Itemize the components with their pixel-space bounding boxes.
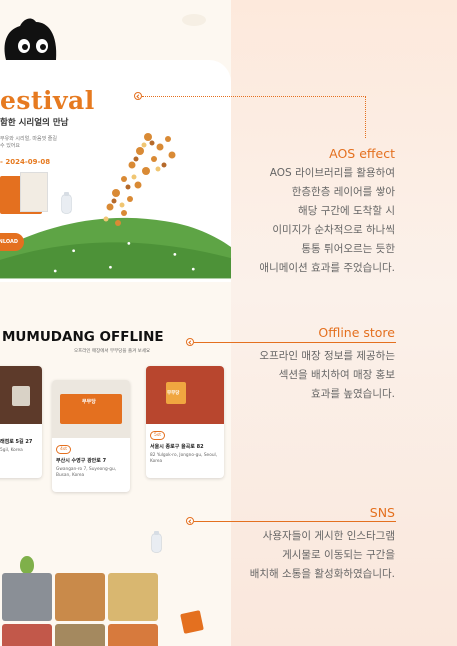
annotation-leader-line xyxy=(194,521,396,522)
store-photo xyxy=(0,366,42,424)
sns-post-image[interactable] xyxy=(55,624,105,646)
annotation-leader-line xyxy=(142,96,366,97)
store-badge: 4st xyxy=(56,445,71,454)
store-card[interactable]: 래점로 5길 27 5gil, Korea xyxy=(0,366,42,478)
cereal-burst-image xyxy=(103,133,176,226)
hero-date: - 2024-09-08 xyxy=(0,158,51,166)
offline-section-title: MUMUDANG OFFLINE xyxy=(2,329,164,345)
milk-bottle-image xyxy=(62,192,71,213)
store-card[interactable]: 무무당 4st 부산시 수영구 광안로 7 Gwangan-ro 7, Suye… xyxy=(52,380,130,492)
store-name: 부산시 수영구 광안로 7 xyxy=(56,458,107,464)
paper-bag-image xyxy=(180,610,204,634)
cloud-decoration xyxy=(182,14,206,26)
store-photo: 무무당 xyxy=(146,366,224,424)
sns-post-image[interactable] xyxy=(2,624,52,646)
annotation-body-offline: 오프라인 매장 정보를 제공하는 섹션을 배치하여 매장 홍보 효과를 높였습니… xyxy=(259,350,395,400)
store-sign xyxy=(12,386,30,406)
store-photo: 무무당 xyxy=(52,380,130,438)
hero-description: 무유와 시리얼, 마음껏 즐길 수 있어요 xyxy=(0,136,57,149)
store-address: 82 Yulgok-ro, Jongno-gu, Seoul, Korea xyxy=(150,453,218,464)
annotation-marker xyxy=(186,338,194,346)
annotation-title-sns: SNS xyxy=(369,505,395,520)
hero-title: estival xyxy=(0,86,95,115)
annotation-body-aos: AOS 라이브러리를 활용하여 한층한층 레이어를 쌓아 해당 구간에 도착할 … xyxy=(259,167,395,274)
hero-subtitle: 함한 시리얼의 만남 xyxy=(0,118,69,128)
annotation-marker xyxy=(134,92,142,100)
store-badge: 5st xyxy=(150,431,165,440)
annotation-title-aos: AOS effect xyxy=(329,146,395,161)
annotation-body-sns: 사용자들이 게시한 인스타그램 게시물로 이동되는 구간을 배치해 소통을 활성… xyxy=(249,530,395,580)
store-sign-text: 무무당 xyxy=(167,391,180,396)
annotation-leader-line xyxy=(365,96,366,138)
download-button[interactable]: NLOAD xyxy=(0,233,24,251)
offline-section-subtitle: 오프라인 매장에서 무무당을 즐겨 보세요 xyxy=(74,349,151,354)
milk-bottle-image xyxy=(152,531,161,552)
avocado-image xyxy=(20,556,34,574)
cereal-box-image xyxy=(20,172,48,212)
annotation-leader-line xyxy=(194,342,396,343)
sns-post-image[interactable] xyxy=(108,573,158,621)
store-name: 래점로 5길 27 xyxy=(0,439,33,445)
sns-post-image[interactable] xyxy=(2,573,52,621)
annotation-marker xyxy=(186,517,194,525)
store-name: 서울시 종로구 율곡로 82 xyxy=(150,444,204,450)
store-address: 5gil, Korea xyxy=(0,448,23,453)
store-address: Gwangan-ro 7, Suyeong-gu, Busan, Korea xyxy=(56,467,117,478)
store-card[interactable]: 무무당 5st 서울시 종로구 율곡로 82 82 Yulgok-ro, Jon… xyxy=(146,366,224,478)
annotation-title-offline: Offline store xyxy=(318,325,395,340)
store-sign-text: 무무당 xyxy=(82,399,96,405)
sns-post-image[interactable] xyxy=(108,624,158,646)
sns-post-image[interactable] xyxy=(55,573,105,621)
mascot-icon xyxy=(4,18,57,60)
